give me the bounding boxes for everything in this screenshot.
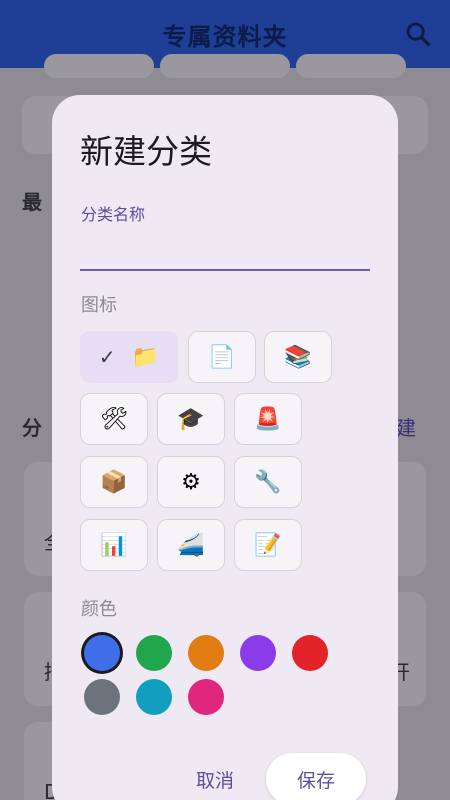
- color-swatch-teal[interactable]: [136, 679, 172, 715]
- color-swatch-red[interactable]: [292, 635, 328, 671]
- books-icon: 📚: [284, 344, 312, 370]
- color-swatch-orange[interactable]: [188, 635, 224, 671]
- color-swatch-purple[interactable]: [240, 635, 276, 671]
- app-title: 专属资料夹: [162, 22, 288, 51]
- icon-option-package[interactable]: 📦: [80, 456, 148, 508]
- new-category-dialog: 新建分类 分类名称 图标 ✓ 📁 📄 📚 🛠 🎓 🚨 📦 ⚙ 🔧 📊 🚄 📝 颜色 取消 保存: [52, 95, 398, 800]
- memo-icon: 📝: [254, 532, 282, 558]
- icon-option-books[interactable]: 📚: [264, 331, 332, 383]
- background-recent-label: 最: [22, 190, 42, 214]
- icon-option-graduation-cap[interactable]: 🎓: [157, 393, 225, 445]
- icon-option-tools[interactable]: 🛠: [80, 393, 148, 445]
- color-swatch-green[interactable]: [136, 635, 172, 671]
- cancel-button[interactable]: 取消: [182, 759, 248, 799]
- wrench-icon: 🔧: [254, 469, 282, 495]
- icon-option-memo[interactable]: 📝: [234, 519, 302, 571]
- search-icon[interactable]: [404, 20, 432, 48]
- color-swatch-gray[interactable]: [84, 679, 120, 715]
- icon-section-label: 图标: [81, 295, 117, 316]
- folder-icon: 📁: [131, 344, 160, 370]
- icon-option-wrench[interactable]: 🔧: [234, 456, 302, 508]
- color-swatch-blue[interactable]: [84, 635, 120, 671]
- gear-icon: ⚙: [181, 469, 201, 495]
- icon-option-folder[interactable]: ✓ 📁: [80, 331, 178, 383]
- icon-option-document[interactable]: 📄: [188, 331, 256, 383]
- checkmark-icon: ✓: [98, 345, 116, 369]
- icon-option-gear[interactable]: ⚙: [157, 456, 225, 508]
- package-icon: 📦: [100, 469, 128, 495]
- train-icon: 🚄: [177, 532, 205, 558]
- save-button[interactable]: 保存: [266, 753, 366, 800]
- category-name-input[interactable]: [80, 229, 370, 271]
- graduation-cap-icon: 🎓: [177, 406, 205, 432]
- bar-chart-icon: 📊: [100, 532, 128, 558]
- icon-option-train[interactable]: 🚄: [157, 519, 225, 571]
- tools-icon: 🛠: [100, 406, 128, 432]
- background-card: [296, 54, 406, 78]
- background-new-link: 建: [396, 416, 416, 440]
- document-icon: 📄: [208, 344, 236, 370]
- color-swatch-pink[interactable]: [188, 679, 224, 715]
- category-name-label: 分类名称: [81, 205, 146, 224]
- background-category-label: 分: [22, 416, 42, 440]
- color-section-label: 颜色: [81, 599, 117, 620]
- background-card: [160, 54, 290, 78]
- icon-option-bar-chart[interactable]: 📊: [80, 519, 148, 571]
- background-card: [44, 54, 154, 78]
- dialog-title: 新建分类: [80, 132, 212, 171]
- icon-option-siren[interactable]: 🚨: [234, 393, 302, 445]
- siren-icon: 🚨: [254, 406, 282, 432]
